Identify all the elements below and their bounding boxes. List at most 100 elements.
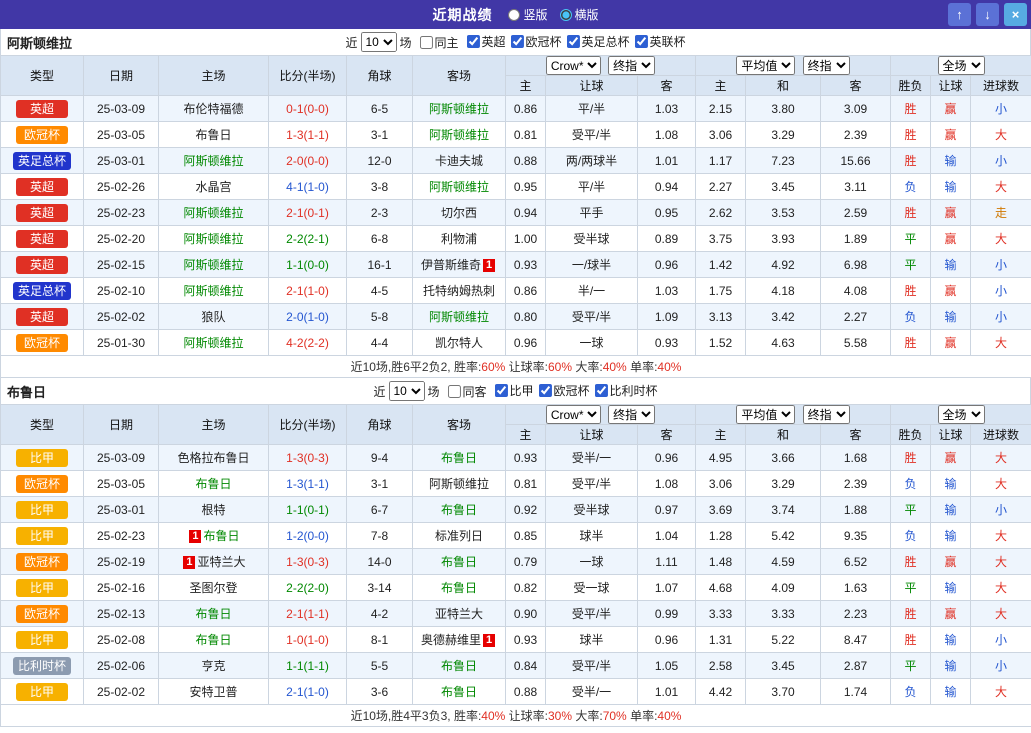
scope-header-cell: 全场 [891, 405, 1031, 425]
horizontal-layout-radio[interactable] [560, 9, 572, 21]
corner-cell: 3-1 [347, 471, 413, 497]
league-filter-checkbox[interactable] [567, 35, 580, 48]
subcol-avg-home: 主 [696, 76, 746, 96]
league-type-cell: 英足总杯 [1, 278, 84, 304]
final-avg-select[interactable]: 终指 [803, 405, 850, 424]
league-filter-option[interactable]: 英联杯 [635, 33, 686, 50]
subcol-odds-home: 主 [506, 76, 546, 96]
league-badge: 欧冠杯 [16, 553, 68, 571]
league-filter-option[interactable]: 欧冠杯 [511, 33, 562, 50]
league-filter-option[interactable]: 比甲 [495, 382, 534, 399]
team-label: 布鲁日 [195, 128, 231, 142]
same-venue-option[interactable]: 同客 [447, 383, 486, 400]
final-avg-select[interactable]: 终指 [803, 56, 850, 75]
league-filter-label: 欧冠杯 [526, 33, 562, 50]
summary-segment: 70% [603, 709, 627, 723]
recent-count-select[interactable]: 10 [388, 381, 424, 401]
outcome-value: 大 [971, 122, 1031, 148]
outcome-value: 输 [931, 627, 971, 653]
league-filter-option[interactable]: 英足总杯 [567, 33, 630, 50]
team-label: 圣图尔登 [189, 581, 237, 595]
team-section-club-brugge: 布鲁日 近 10 场 同客 比甲欧冠杯比利时杯 类型 日期 主场 比分(半场) … [0, 378, 1031, 727]
league-badge: 英超 [16, 204, 68, 222]
avg-odds-value: 1.63 [821, 575, 891, 601]
match-row: 欧冠杯25-03-05布鲁日1-3(1-1)3-1阿斯顿维拉0.81受平/半1.… [1, 471, 1031, 497]
match-row: 英超25-02-20阿斯顿维拉2-2(2-1)6-8利物浦1.00受半球0.89… [1, 226, 1031, 252]
col-score: 比分(半场) [269, 56, 347, 96]
league-filter-checkbox[interactable] [466, 35, 479, 48]
horizontal-layout-option[interactable]: 横版 [560, 6, 599, 23]
col-away: 客场 [413, 405, 506, 445]
league-filter-option[interactable]: 英超 [466, 33, 505, 50]
match-date: 25-02-13 [84, 601, 159, 627]
same-venue-checkbox[interactable] [447, 385, 460, 398]
team-label: 亚特兰大 [197, 555, 245, 569]
team-cell: 安特卫普 [159, 679, 269, 705]
odds-value: 1.08 [638, 471, 696, 497]
team-cell: 阿斯顿维拉 [413, 174, 506, 200]
league-badge: 欧冠杯 [16, 475, 68, 493]
team-cell: 圣图尔登 [159, 575, 269, 601]
corner-cell: 3-1 [347, 122, 413, 148]
odds-value: 1.08 [638, 122, 696, 148]
scroll-down-button[interactable]: ↓ [976, 3, 999, 26]
recent-count-select[interactable]: 10 [360, 32, 396, 52]
outcome-value: 小 [971, 497, 1031, 523]
odds-value: 0.80 [506, 304, 546, 330]
same-venue-checkbox[interactable] [419, 36, 432, 49]
odds-value: 0.79 [506, 549, 546, 575]
league-filter-checkbox[interactable] [539, 384, 552, 397]
league-filter-option[interactable]: 欧冠杯 [539, 382, 590, 399]
scope-select[interactable]: 全场 [938, 405, 985, 424]
league-filter-checkbox[interactable] [635, 35, 648, 48]
odds-company-select[interactable]: Crow* [546, 405, 601, 424]
average-select[interactable]: 平均值 [736, 56, 795, 75]
scope-select[interactable]: 全场 [938, 56, 985, 75]
team-label: 布鲁日 [195, 607, 231, 621]
league-filter-checkbox[interactable] [495, 384, 508, 397]
average-select[interactable]: 平均值 [736, 405, 795, 424]
vertical-layout-radio[interactable] [508, 9, 520, 21]
corner-cell: 3-14 [347, 575, 413, 601]
avg-odds-value: 4.59 [746, 549, 821, 575]
league-filter-group: 英超 欧冠杯英足总杯英联杯 [461, 33, 685, 51]
odds-value: 0.97 [638, 497, 696, 523]
same-venue-option[interactable]: 同主 [419, 34, 458, 51]
league-type-cell: 欧冠杯 [1, 601, 84, 627]
summary-segment: 大率: [572, 360, 603, 374]
score-cell: 1-3(0-3) [269, 549, 347, 575]
league-filter-option[interactable]: 比利时杯 [595, 382, 658, 399]
team-cell: 托特纳姆热刺 [413, 278, 506, 304]
league-type-cell: 比甲 [1, 679, 84, 705]
avg-odds-value: 1.68 [821, 445, 891, 471]
odds-company-select[interactable]: Crow* [546, 56, 601, 75]
odds-value: 0.95 [638, 200, 696, 226]
league-filter-checkbox[interactable] [595, 384, 608, 397]
matches-tbody: 比甲25-03-09色格拉布鲁日1-3(0-3)9-4布鲁日0.93受半/一0.… [1, 445, 1031, 705]
final-odds-select[interactable]: 终指 [608, 56, 655, 75]
avg-odds-value: 3.74 [746, 497, 821, 523]
league-type-cell: 比甲 [1, 575, 84, 601]
odds-value: 1.04 [638, 523, 696, 549]
vertical-layout-option[interactable]: 竖版 [508, 6, 547, 23]
league-type-cell: 比甲 [1, 627, 84, 653]
team-label: 阿斯顿维拉 [183, 258, 243, 272]
outcome-value: 输 [931, 471, 971, 497]
final-odds-select[interactable]: 终指 [608, 405, 655, 424]
close-button[interactable]: × [1004, 3, 1027, 26]
avg-odds-value: 3.33 [746, 601, 821, 627]
odds-value: 平/半 [546, 96, 638, 122]
scroll-up-button[interactable]: ↑ [948, 3, 971, 26]
odds-value: 0.93 [506, 627, 546, 653]
subcol-winlose: 胜负 [891, 76, 931, 96]
near-label: 近 [345, 34, 357, 51]
outcome-value: 负 [891, 471, 931, 497]
outcome-value: 胜 [891, 200, 931, 226]
team-cell: 亨克 [159, 653, 269, 679]
match-date: 25-02-16 [84, 575, 159, 601]
avg-odds-value: 3.13 [696, 304, 746, 330]
col-score: 比分(半场) [269, 405, 347, 445]
team-cell: 利物浦 [413, 226, 506, 252]
team-label: 水晶宫 [195, 180, 231, 194]
league-filter-checkbox[interactable] [511, 35, 524, 48]
